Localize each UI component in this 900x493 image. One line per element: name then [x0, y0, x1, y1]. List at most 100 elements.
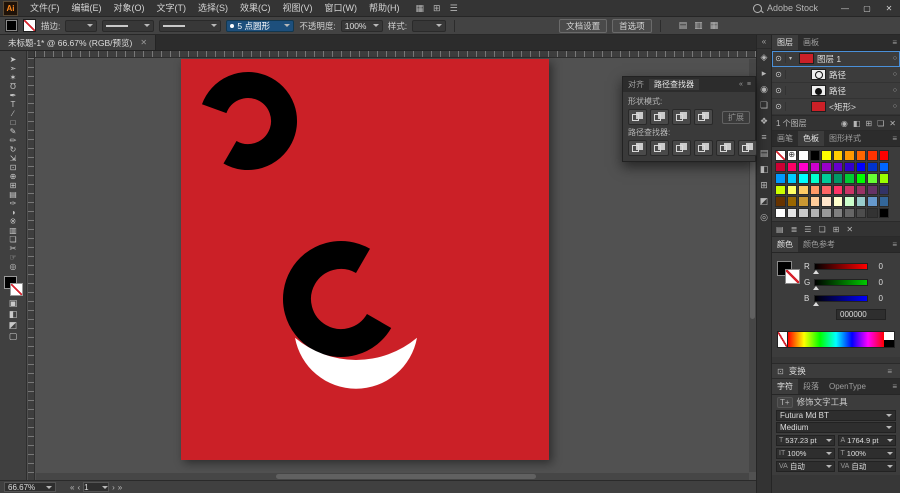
unite-button[interactable]	[628, 109, 647, 125]
delete-swatch-icon[interactable]: ✕	[846, 225, 853, 234]
swatch[interactable]	[775, 196, 786, 207]
new-swatch-icon[interactable]: ⊞	[833, 225, 840, 234]
white-black-swatches[interactable]	[884, 331, 895, 348]
menu-item[interactable]: 对象(O)	[108, 0, 151, 16]
close-button[interactable]: ✕	[878, 0, 900, 16]
hex-value-field[interactable]: 000000	[836, 309, 886, 320]
menu-item[interactable]: 效果(C)	[234, 0, 277, 16]
new-layer-icon[interactable]: ❏	[877, 119, 884, 128]
mesh-tool[interactable]: ⊞	[0, 181, 26, 190]
expand-panels-icon[interactable]: «	[757, 35, 771, 49]
target-icon[interactable]: ○	[893, 71, 897, 78]
exclude-button[interactable]	[694, 109, 713, 125]
swatch[interactable]	[844, 173, 855, 184]
document-tab[interactable]: 未标题-1* @ 66.67% (RGB/预览) ✕	[0, 35, 156, 50]
swatch[interactable]	[833, 196, 844, 207]
swatch[interactable]	[798, 196, 809, 207]
swatch[interactable]	[787, 150, 798, 161]
swatch[interactable]	[879, 162, 890, 173]
selection-tool[interactable]: ➤	[0, 55, 26, 64]
transform-panel-header[interactable]: ⊡ 变换 ≡	[772, 363, 900, 379]
paintbrush-tool[interactable]: ✎	[0, 127, 26, 136]
slice-tool[interactable]: ✂	[0, 244, 26, 253]
intersect-button[interactable]	[672, 109, 691, 125]
type-tool[interactable]: T	[0, 100, 26, 109]
width-profile-select[interactable]	[102, 20, 154, 32]
horizontal-ruler[interactable]	[35, 51, 756, 58]
character-tab[interactable]: 字符	[772, 379, 798, 394]
swatch[interactable]	[856, 150, 867, 161]
artboard[interactable]	[181, 59, 549, 460]
direct-selection-tool[interactable]: ➣	[0, 64, 26, 73]
swatch[interactable]	[787, 173, 798, 184]
stroke-swatch[interactable]	[785, 269, 800, 284]
scale-tool[interactable]: ⇲	[0, 154, 26, 163]
swatch[interactable]	[844, 150, 855, 161]
swatch-options-icon[interactable]: ☰	[804, 225, 811, 234]
new-color-group-icon[interactable]: ❏	[818, 225, 825, 234]
swatch[interactable]	[787, 185, 798, 196]
black-swatch[interactable]	[884, 340, 894, 348]
swatch[interactable]	[775, 208, 786, 219]
rectangle-tool[interactable]: □	[0, 118, 26, 127]
navigator-panel-icon[interactable]: ◎	[757, 209, 771, 225]
swatches-tab[interactable]: 画笔	[772, 131, 798, 146]
swatch[interactable]	[798, 208, 809, 219]
screen-mode-icon[interactable]: ▢	[0, 331, 26, 342]
swatch[interactable]	[844, 185, 855, 196]
first-artboard-button[interactable]: «	[70, 483, 74, 492]
fill-stroke-indicator[interactable]	[0, 276, 26, 298]
align-objects-icon[interactable]: ▤	[679, 20, 688, 31]
swatch[interactable]	[798, 162, 809, 173]
zoom-level-select[interactable]: 66.67%	[4, 482, 56, 492]
leading-field[interactable]: A1764.9 pt	[838, 435, 897, 446]
scrollbar-thumb[interactable]	[276, 474, 536, 479]
swatch[interactable]	[821, 150, 832, 161]
swatch[interactable]	[821, 185, 832, 196]
menu-item[interactable]: 选择(S)	[192, 0, 234, 16]
pathfinder-tab[interactable]: 对齐	[623, 79, 649, 90]
color-tab[interactable]: 颜色参考	[798, 237, 840, 252]
swatch[interactable]	[798, 185, 809, 196]
close-tab-icon[interactable]: ✕	[140, 38, 147, 47]
visibility-toggle-icon[interactable]: ⊙	[772, 54, 786, 63]
swatch[interactable]	[856, 196, 867, 207]
symbol-sprayer-tool[interactable]: ※	[0, 217, 26, 226]
pen-tool[interactable]: ✒	[0, 91, 26, 100]
swatch[interactable]	[879, 173, 890, 184]
swatch[interactable]	[810, 150, 821, 161]
swatch[interactable]	[787, 196, 798, 207]
last-artboard-button[interactable]: »	[118, 483, 122, 492]
zoom-tool[interactable]: ◎	[0, 262, 26, 271]
next-artboard-button[interactable]: ›	[112, 483, 115, 492]
b-channel-slider[interactable]: B0	[804, 293, 883, 303]
swatch[interactable]	[775, 162, 786, 173]
blend-tool[interactable]: ◑	[0, 208, 26, 217]
swatch-kinds-icon[interactable]: ≣	[791, 225, 798, 234]
swatch[interactable]	[798, 150, 809, 161]
swatch[interactable]	[856, 208, 867, 219]
crop-button[interactable]	[694, 140, 713, 156]
menu-item[interactable]: 编辑(E)	[66, 0, 108, 16]
layer-row[interactable]: ⊙▾图层 1○	[772, 51, 900, 67]
horizontal-scale-field[interactable]: T100%	[838, 448, 897, 459]
menu-item[interactable]: 视图(V)	[277, 0, 319, 16]
swatch[interactable]	[833, 173, 844, 184]
swatch[interactable]	[821, 208, 832, 219]
menu-item[interactable]: 文字(T)	[151, 0, 193, 16]
character-tab[interactable]: OpenType	[824, 379, 871, 394]
expander-icon[interactable]: ▾	[789, 55, 796, 62]
swatch[interactable]	[833, 208, 844, 219]
make-clip-mask-icon[interactable]: ◧	[853, 119, 861, 128]
swatch[interactable]	[879, 150, 890, 161]
swatch[interactable]	[810, 208, 821, 219]
r-channel-slider[interactable]: R0	[804, 261, 883, 271]
visibility-toggle-icon[interactable]: ⊙	[772, 86, 786, 95]
swatch[interactable]	[867, 162, 878, 173]
color-tab[interactable]: 颜色	[772, 237, 798, 252]
swatches-tab[interactable]: 图形样式	[824, 131, 866, 146]
none-color-swatch[interactable]	[777, 331, 788, 348]
preferences-button[interactable]: 首选项	[612, 19, 652, 33]
draw-normal-icon[interactable]: ▣	[0, 298, 26, 309]
swatch[interactable]	[856, 185, 867, 196]
